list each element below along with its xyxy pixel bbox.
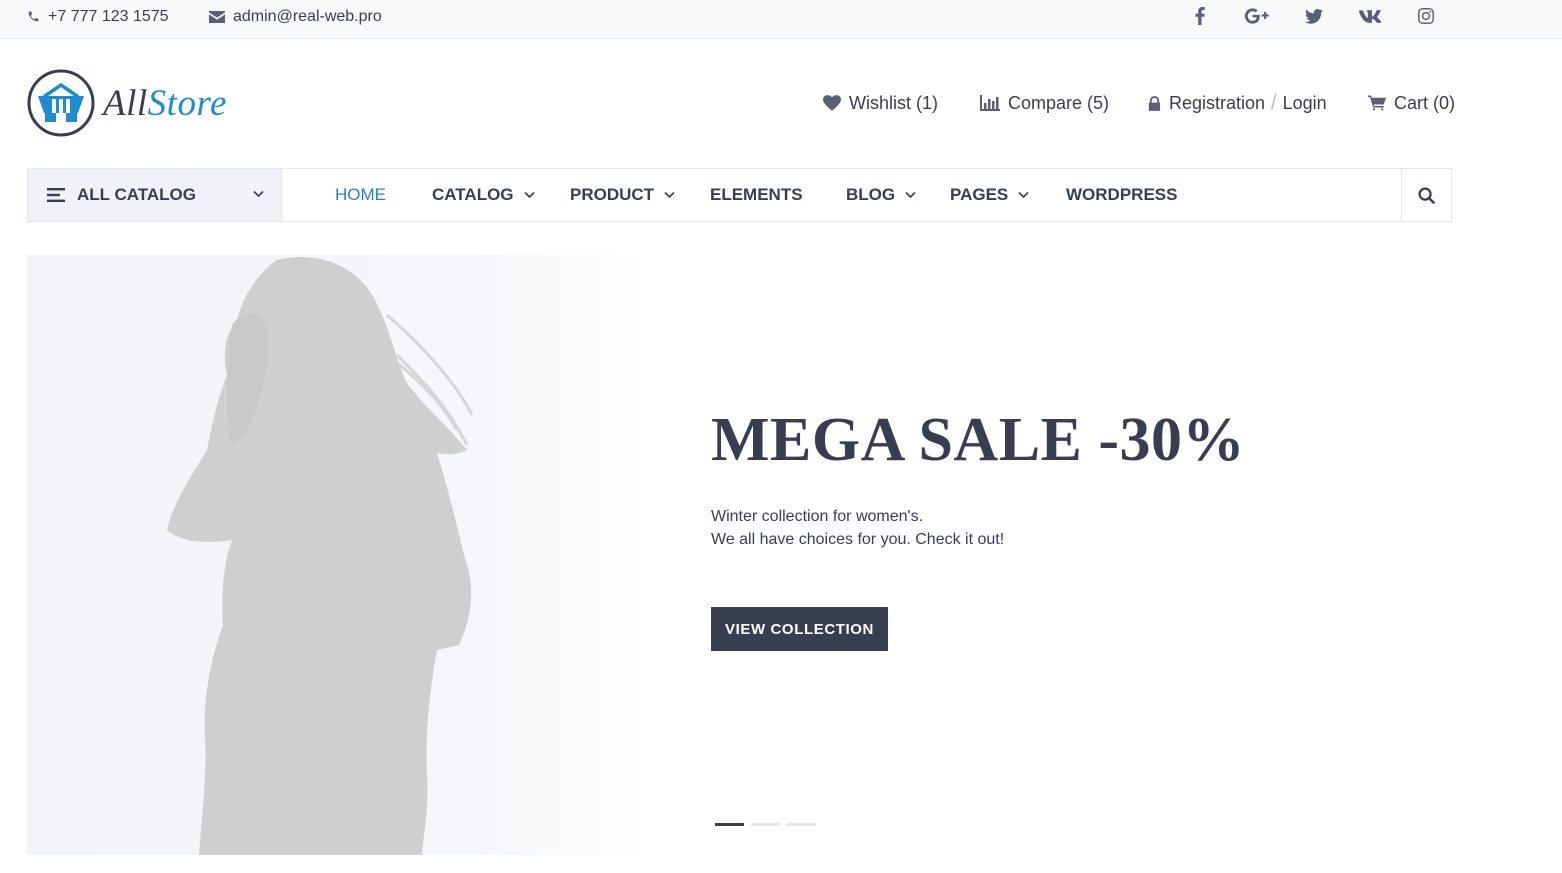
compare-link[interactable]: Compare (5) (980, 90, 1109, 116)
hamburger-menu-icon (47, 188, 65, 202)
slider-dot-1[interactable] (715, 823, 744, 826)
slider-dot-3[interactable] (787, 823, 816, 826)
email-contact[interactable]: admin@real-web.pro (209, 0, 382, 33)
wishlist-link[interactable]: Wishlist (1) (823, 90, 938, 116)
cart-icon (1368, 95, 1386, 111)
search-button[interactable] (1401, 169, 1451, 221)
chevron-down-icon (1018, 191, 1029, 199)
hero-woman-silhouette-image (27, 255, 647, 855)
envelope-icon (209, 10, 225, 23)
account-links: Registration / Login (1148, 90, 1327, 116)
view-collection-button[interactable]: VIEW COLLECTION (711, 607, 888, 651)
bar-chart-icon (980, 95, 1000, 111)
basket-logo-icon (27, 69, 95, 137)
chevron-down-icon (905, 191, 916, 199)
google-plus-icon[interactable] (1243, 4, 1271, 28)
all-catalog-label: ALL CATALOG (77, 185, 196, 204)
twitter-icon[interactable] (1302, 4, 1326, 28)
phone-number: +7 777 123 1575 (48, 7, 169, 25)
facebook-icon[interactable] (1188, 4, 1212, 28)
logo-wordmark: AllStore (103, 82, 227, 124)
chevron-down-icon (664, 191, 675, 199)
phone-contact[interactable]: +7 777 123 1575 (27, 0, 169, 33)
hero-description: Winter collection for women's. We all ha… (711, 505, 1004, 551)
search-icon (1418, 186, 1435, 204)
hero-line-1: Winter collection for women's. (711, 508, 924, 525)
nav-product[interactable]: PRODUCT (570, 169, 675, 221)
vk-icon[interactable] (1357, 4, 1383, 28)
cart-link[interactable]: Cart (0) (1368, 90, 1455, 116)
email-address: admin@real-web.pro (233, 7, 382, 25)
chevron-down-icon (523, 191, 535, 199)
hero-line-2: We all have choices for you. Check it ou… (711, 531, 1005, 548)
nav-catalog[interactable]: CATALOG (432, 169, 535, 221)
main-navigation: ALL CATALOG HOME CATALOG PRODUCT ELEMENT… (27, 168, 1452, 222)
slider-dot-2[interactable] (751, 823, 780, 826)
all-catalog-button[interactable]: ALL CATALOG (28, 169, 282, 221)
nav-pages[interactable]: PAGES (950, 169, 1029, 221)
lock-icon (1148, 95, 1161, 111)
nav-blog[interactable]: BLOG (846, 169, 916, 221)
nav-home[interactable]: HOME (335, 169, 386, 221)
heart-icon (823, 95, 841, 111)
store-logo[interactable]: AllStore (27, 69, 227, 137)
hero-title: MEGA SALE -30% (711, 406, 1246, 474)
nav-elements[interactable]: ELEMENTS (710, 169, 803, 221)
nav-wordpress[interactable]: WORDPRESS (1066, 169, 1177, 221)
chevron-down-icon (253, 190, 264, 198)
phone-icon (28, 11, 39, 22)
top-bar: +7 777 123 1575 admin@real-web.pro (0, 0, 1562, 39)
login-link[interactable]: Login (1283, 93, 1327, 114)
hero-slider: MEGA SALE -30% Winter collection for wom… (27, 255, 1450, 855)
divider-slash: / (1271, 91, 1277, 114)
instagram-icon[interactable] (1414, 4, 1438, 28)
registration-link[interactable]: Registration (1169, 93, 1265, 114)
